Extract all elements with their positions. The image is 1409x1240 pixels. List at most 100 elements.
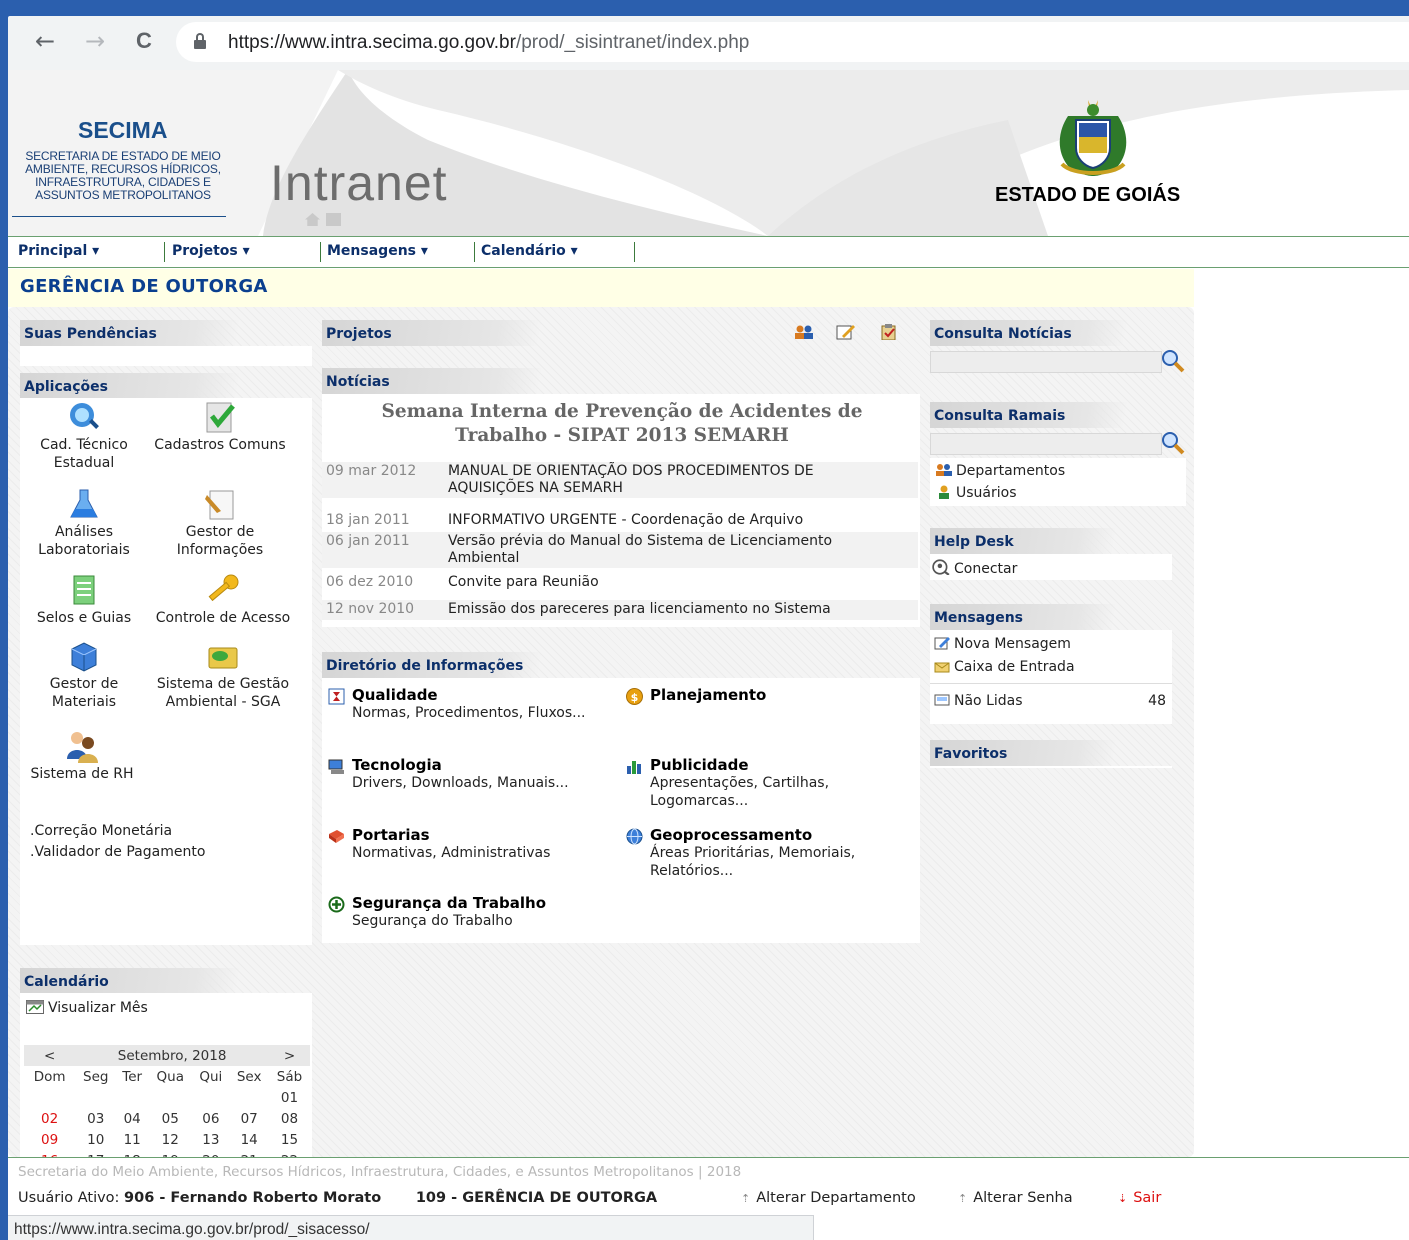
puzzle-icon[interactable] — [326, 213, 341, 226]
dir-planejamento[interactable]: $ Planejamento — [626, 686, 916, 705]
url-text[interactable]: https://www.intra.secima.go.gov.br/prod/… — [228, 32, 749, 54]
noticias-search-input[interactable] — [930, 351, 1162, 373]
footer-user-line: Usuário Ativo: 906 - Fernando Roberto Mo… — [18, 1190, 657, 1206]
news-title[interactable]: MANUAL DE ORIENTAÇÃO DOS PROCEDIMENTOS D… — [448, 463, 898, 497]
app-sga[interactable]: Sistema de Gestão Ambiental - SGA — [148, 639, 298, 711]
calendar-day[interactable]: 13 — [192, 1129, 229, 1150]
forward-button[interactable]: → — [80, 26, 110, 56]
clipboard-icon[interactable] — [879, 324, 899, 341]
dir-desc: Drivers, Downloads, Manuais... — [352, 775, 569, 791]
usuarios-link[interactable]: Usuários — [936, 484, 1017, 502]
caixa-entrada-link[interactable]: Caixa de Entrada — [932, 658, 1075, 676]
dir-geoprocessamento[interactable]: Geoprocessamento Áreas Prioritárias, Mem… — [626, 826, 916, 880]
calendar-day[interactable]: 01 — [269, 1087, 310, 1108]
conectar-link[interactable]: Conectar — [932, 559, 1017, 578]
projetos-toolbar — [794, 324, 899, 344]
news-headline[interactable]: Semana Interna de Prevenção de Acidentes… — [342, 400, 902, 448]
edit-icon[interactable] — [836, 324, 856, 340]
menu-calendario[interactable]: Calendário ▾ — [481, 243, 578, 259]
news-date: 06 dez 2010 — [326, 574, 414, 590]
calendar-day[interactable]: 04 — [116, 1108, 148, 1129]
nao-lidas-count: 48 — [1148, 693, 1166, 709]
calendar-day[interactable]: 09 — [24, 1129, 75, 1150]
nao-lidas-link[interactable]: Não Lidas — [932, 692, 1023, 710]
extra-links: .Correção Monetária .Validador de Pagame… — [30, 821, 205, 863]
calendar-day[interactable]: 12 — [148, 1129, 192, 1150]
mensagens-divider — [930, 683, 1172, 684]
news-title[interactable]: Convite para Reunião — [448, 574, 898, 591]
news-row[interactable]: 06 jan 2011 Versão prévia do Manual do Si… — [322, 532, 918, 568]
calendar-day[interactable]: 06 — [192, 1108, 229, 1129]
calendar-prev[interactable]: < — [24, 1045, 76, 1066]
back-button[interactable]: ← — [30, 26, 60, 56]
news-row[interactable]: 09 mar 2012 MANUAL DE ORIENTAÇÃO DOS PROC… — [322, 462, 918, 498]
plus-circle-icon — [328, 896, 345, 913]
app-sistema-rh[interactable]: Sistema de RH — [22, 729, 142, 783]
app-controle-acesso[interactable]: Controle de Acesso — [148, 573, 298, 627]
app-cad-tecnico[interactable]: Cad. Técnico Estadual — [22, 400, 146, 472]
page: SECIMA Secretaria de Estado de Meio Ambi… — [8, 70, 1409, 1240]
visualizar-mes-link[interactable]: Visualizar Mês — [26, 1000, 148, 1016]
calendar-day[interactable]: 02 — [24, 1108, 75, 1129]
search-icon[interactable] — [1161, 431, 1185, 455]
search-icon[interactable] — [1161, 349, 1185, 373]
app-gestor-materiais[interactable]: Gestor de Materiais — [22, 639, 146, 711]
calendar-day[interactable]: 05 — [148, 1108, 192, 1129]
calendar-day[interactable]: 15 — [269, 1129, 310, 1150]
key-icon — [208, 574, 239, 602]
calendar-day[interactable]: 03 — [75, 1108, 116, 1129]
nova-mensagem-link[interactable]: Nova Mensagem — [932, 635, 1071, 653]
calendar-day — [148, 1087, 192, 1108]
app-cadastros-comuns[interactable]: Cadastros Comuns — [148, 400, 292, 454]
news-row[interactable]: 18 jan 2011 INFORMATIVO URGENTE - Coorden… — [322, 511, 918, 531]
app-analises-laboratoriais[interactable]: Análises Laboratoriais — [22, 487, 146, 559]
calendar-week: 09 10 11 12 13 14 15 — [24, 1129, 310, 1150]
helpdesk-panel: Conectar — [930, 554, 1172, 580]
calendar-day[interactable]: 14 — [229, 1129, 269, 1150]
calendar-next[interactable]: > — [269, 1045, 310, 1066]
calendar-day[interactable]: 10 — [75, 1129, 116, 1150]
app-gestor-informacoes[interactable]: Gestor de Informações — [158, 487, 282, 559]
dir-seguranca[interactable]: Segurança da Trabalho Segurança do Traba… — [328, 894, 618, 930]
calendar-day[interactable]: 08 — [269, 1108, 310, 1129]
projetos-title: Projetos — [322, 320, 612, 346]
helpdesk-title: Help Desk — [930, 528, 1175, 554]
home-icon[interactable] — [305, 213, 320, 226]
alterar-senha-link[interactable]: ⇡ Alterar Senha — [958, 1190, 1073, 1206]
calendar-day[interactable]: 07 — [229, 1108, 269, 1129]
news-title[interactable]: Versão prévia do Manual do Sistema de Li… — [448, 533, 898, 567]
ramais-search-input[interactable] — [930, 433, 1162, 455]
sair-link[interactable]: ⇣ Sair — [1118, 1190, 1161, 1206]
team-icon — [936, 464, 952, 476]
link-correcao-monetaria[interactable]: .Correção Monetária — [30, 821, 205, 842]
alterar-departamento-link[interactable]: ⇡ Alterar Departamento — [741, 1190, 916, 1206]
calendar-icon — [26, 1000, 44, 1014]
dir-title: Qualidade — [352, 686, 438, 704]
menu-mensagens[interactable]: Mensagens ▾ — [327, 243, 428, 259]
dir-qualidade[interactable]: Qualidade Normas, Procedimentos, Fluxos.… — [328, 686, 618, 722]
dir-desc: Normativas, Administrativas — [352, 845, 551, 861]
news-title[interactable]: Emissão dos pareceres para licenciamento… — [448, 601, 898, 618]
menu-principal[interactable]: Principal ▾ — [18, 243, 99, 259]
hourglass-doc-icon — [328, 688, 345, 705]
address-bar[interactable]: https://www.intra.secima.go.gov.br/prod/… — [176, 22, 1409, 62]
app-selos-guias[interactable]: Selos e Guias — [22, 573, 146, 627]
news-row[interactable]: 06 dez 2010 Convite para Reunião — [322, 573, 918, 593]
link-validador-pagamento[interactable]: .Validador de Pagamento — [30, 842, 205, 863]
dir-publicidade[interactable]: Publicidade Apresentações, Cartilhas, Lo… — [626, 756, 916, 810]
arrow-icon: ⇡ — [958, 1192, 968, 1205]
dir-tecnologia[interactable]: Tecnologia Drivers, Downloads, Manuais..… — [328, 756, 618, 792]
news-title[interactable]: INFORMATIVO URGENTE - Coordenação de Arq… — [448, 512, 898, 529]
reload-button[interactable]: C — [129, 26, 159, 56]
pendencias-title: Suas Pendências — [20, 320, 310, 346]
dir-portarias[interactable]: Portarias Normativas, Administrativas — [328, 826, 618, 862]
departamentos-link[interactable]: Departamentos — [936, 462, 1065, 480]
intranet-title: Intranet — [270, 155, 448, 211]
team-icon[interactable] — [794, 324, 814, 340]
calendar-day[interactable]: 11 — [116, 1129, 148, 1150]
lock-icon — [194, 33, 206, 49]
news-row[interactable]: 12 nov 2010 Emissão dos pareceres para li… — [322, 600, 918, 620]
calendario-title: Calendário — [20, 968, 310, 994]
menu-projetos[interactable]: Projetos ▾ — [172, 243, 250, 259]
globe-search-icon — [70, 403, 99, 429]
